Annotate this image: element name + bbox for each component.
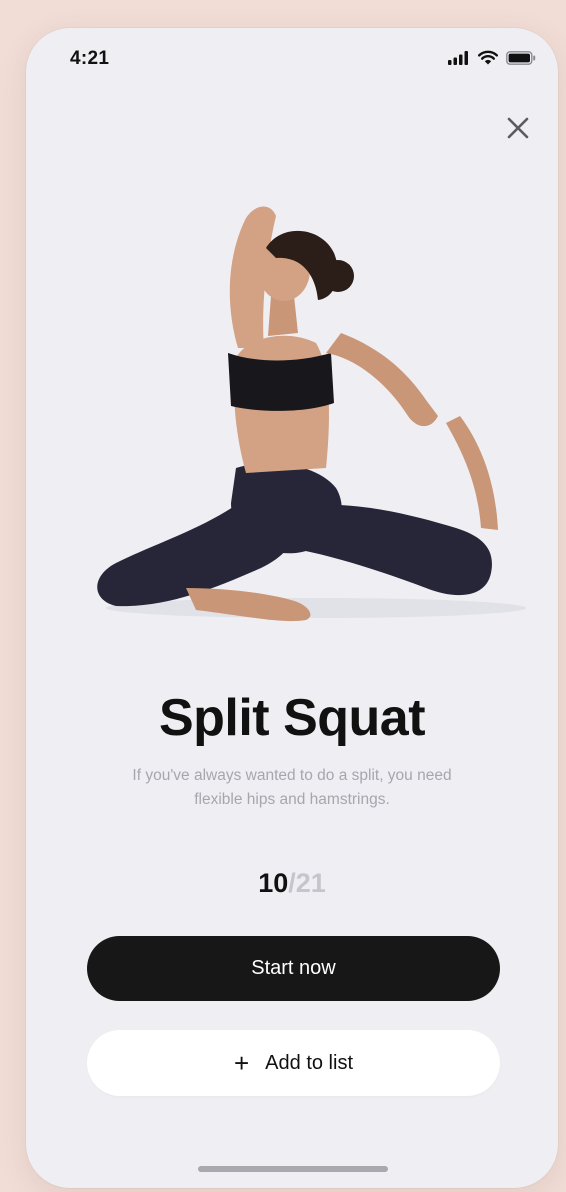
progress-total: /21 (288, 868, 326, 898)
start-now-button[interactable]: Start now (87, 936, 500, 1001)
signal-icon (448, 50, 468, 65)
exercise-title: Split Squat (158, 689, 426, 747)
close-icon (507, 117, 529, 139)
add-to-list-button[interactable]: + Add to list (87, 1030, 500, 1096)
exercise-illustration (97, 206, 526, 622)
close-button[interactable] (502, 112, 534, 144)
exercise-description: If you've always wanted to do a split, y… (132, 767, 452, 808)
plus-icon: + (233, 1048, 250, 1078)
wifi-icon (478, 50, 498, 65)
status-icons (448, 50, 536, 65)
battery-icon (506, 50, 536, 65)
add-to-list-label: Add to list (265, 1051, 353, 1074)
start-now-label: Start now (251, 957, 336, 979)
progress-current: 10 (258, 868, 289, 898)
status-time: 4:21 (70, 48, 110, 69)
status-bar: 4:21 (26, 28, 558, 88)
exercise-progress: 10/21 (26, 868, 558, 899)
phone-screen: 4:21 Split Squat If you've always wanted… (26, 28, 558, 1188)
home-indicator[interactable] (198, 1166, 388, 1172)
